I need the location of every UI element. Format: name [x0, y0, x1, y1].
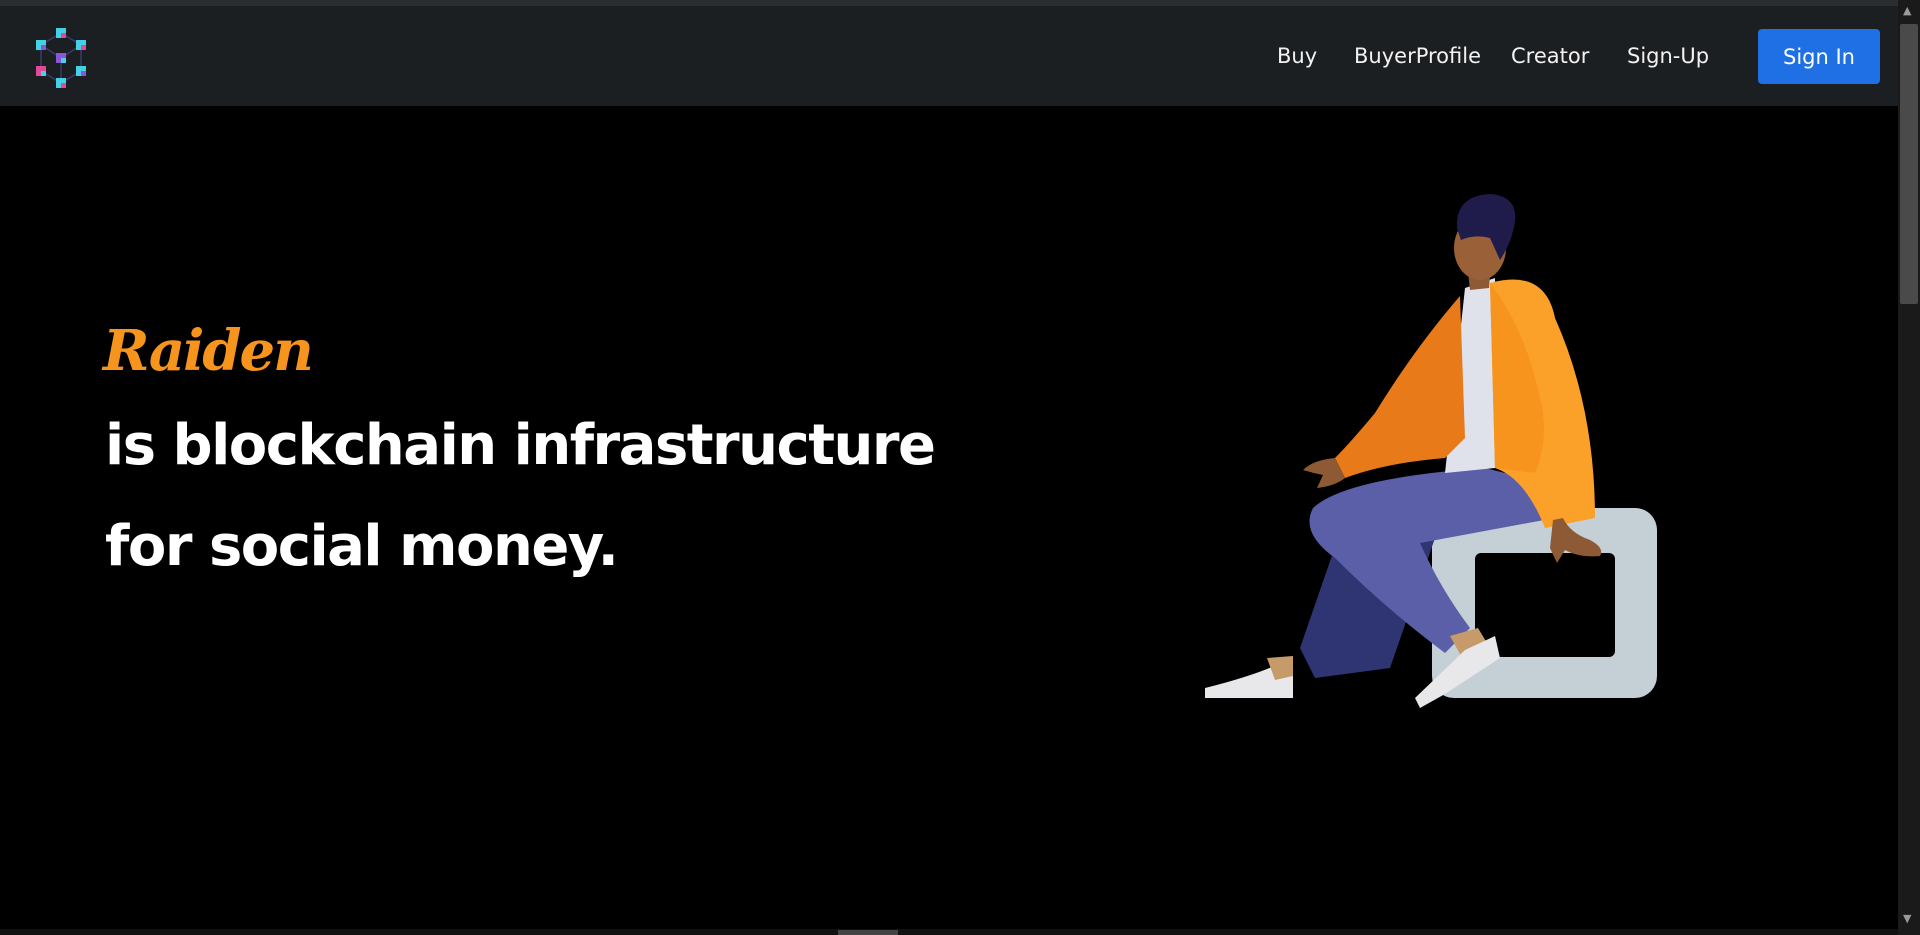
horizontal-scroll-thumb[interactable]: [838, 930, 898, 935]
navbar: Buy BuyerProfile Creator Sign-Up Sign In: [0, 6, 1898, 106]
blockchain-cubes-logo-icon[interactable]: [26, 23, 96, 93]
horizontal-scrollbar[interactable]: [0, 929, 1898, 935]
jacket-sleeve: [1335, 296, 1465, 478]
scroll-up-arrow-icon[interactable]: ▲: [1903, 4, 1911, 17]
hero-brand-title: Raiden: [103, 318, 314, 384]
vertical-scroll-thumb[interactable]: [1900, 24, 1918, 304]
nav-link-creator[interactable]: Creator: [1511, 44, 1589, 68]
sign-in-button[interactable]: Sign In: [1758, 29, 1880, 84]
nav-link-buy[interactable]: Buy: [1277, 44, 1317, 68]
scroll-down-arrow-icon[interactable]: ▼: [1903, 912, 1911, 925]
hero-tagline-line-2: for social money.: [105, 514, 619, 579]
nav-link-buyer-profile[interactable]: BuyerProfile: [1354, 44, 1481, 68]
nav-link-sign-up[interactable]: Sign-Up: [1627, 44, 1709, 68]
hero-tagline-line-1: is blockchain infrastructure: [105, 413, 936, 478]
sitting-person-illustration: [1205, 194, 1657, 708]
